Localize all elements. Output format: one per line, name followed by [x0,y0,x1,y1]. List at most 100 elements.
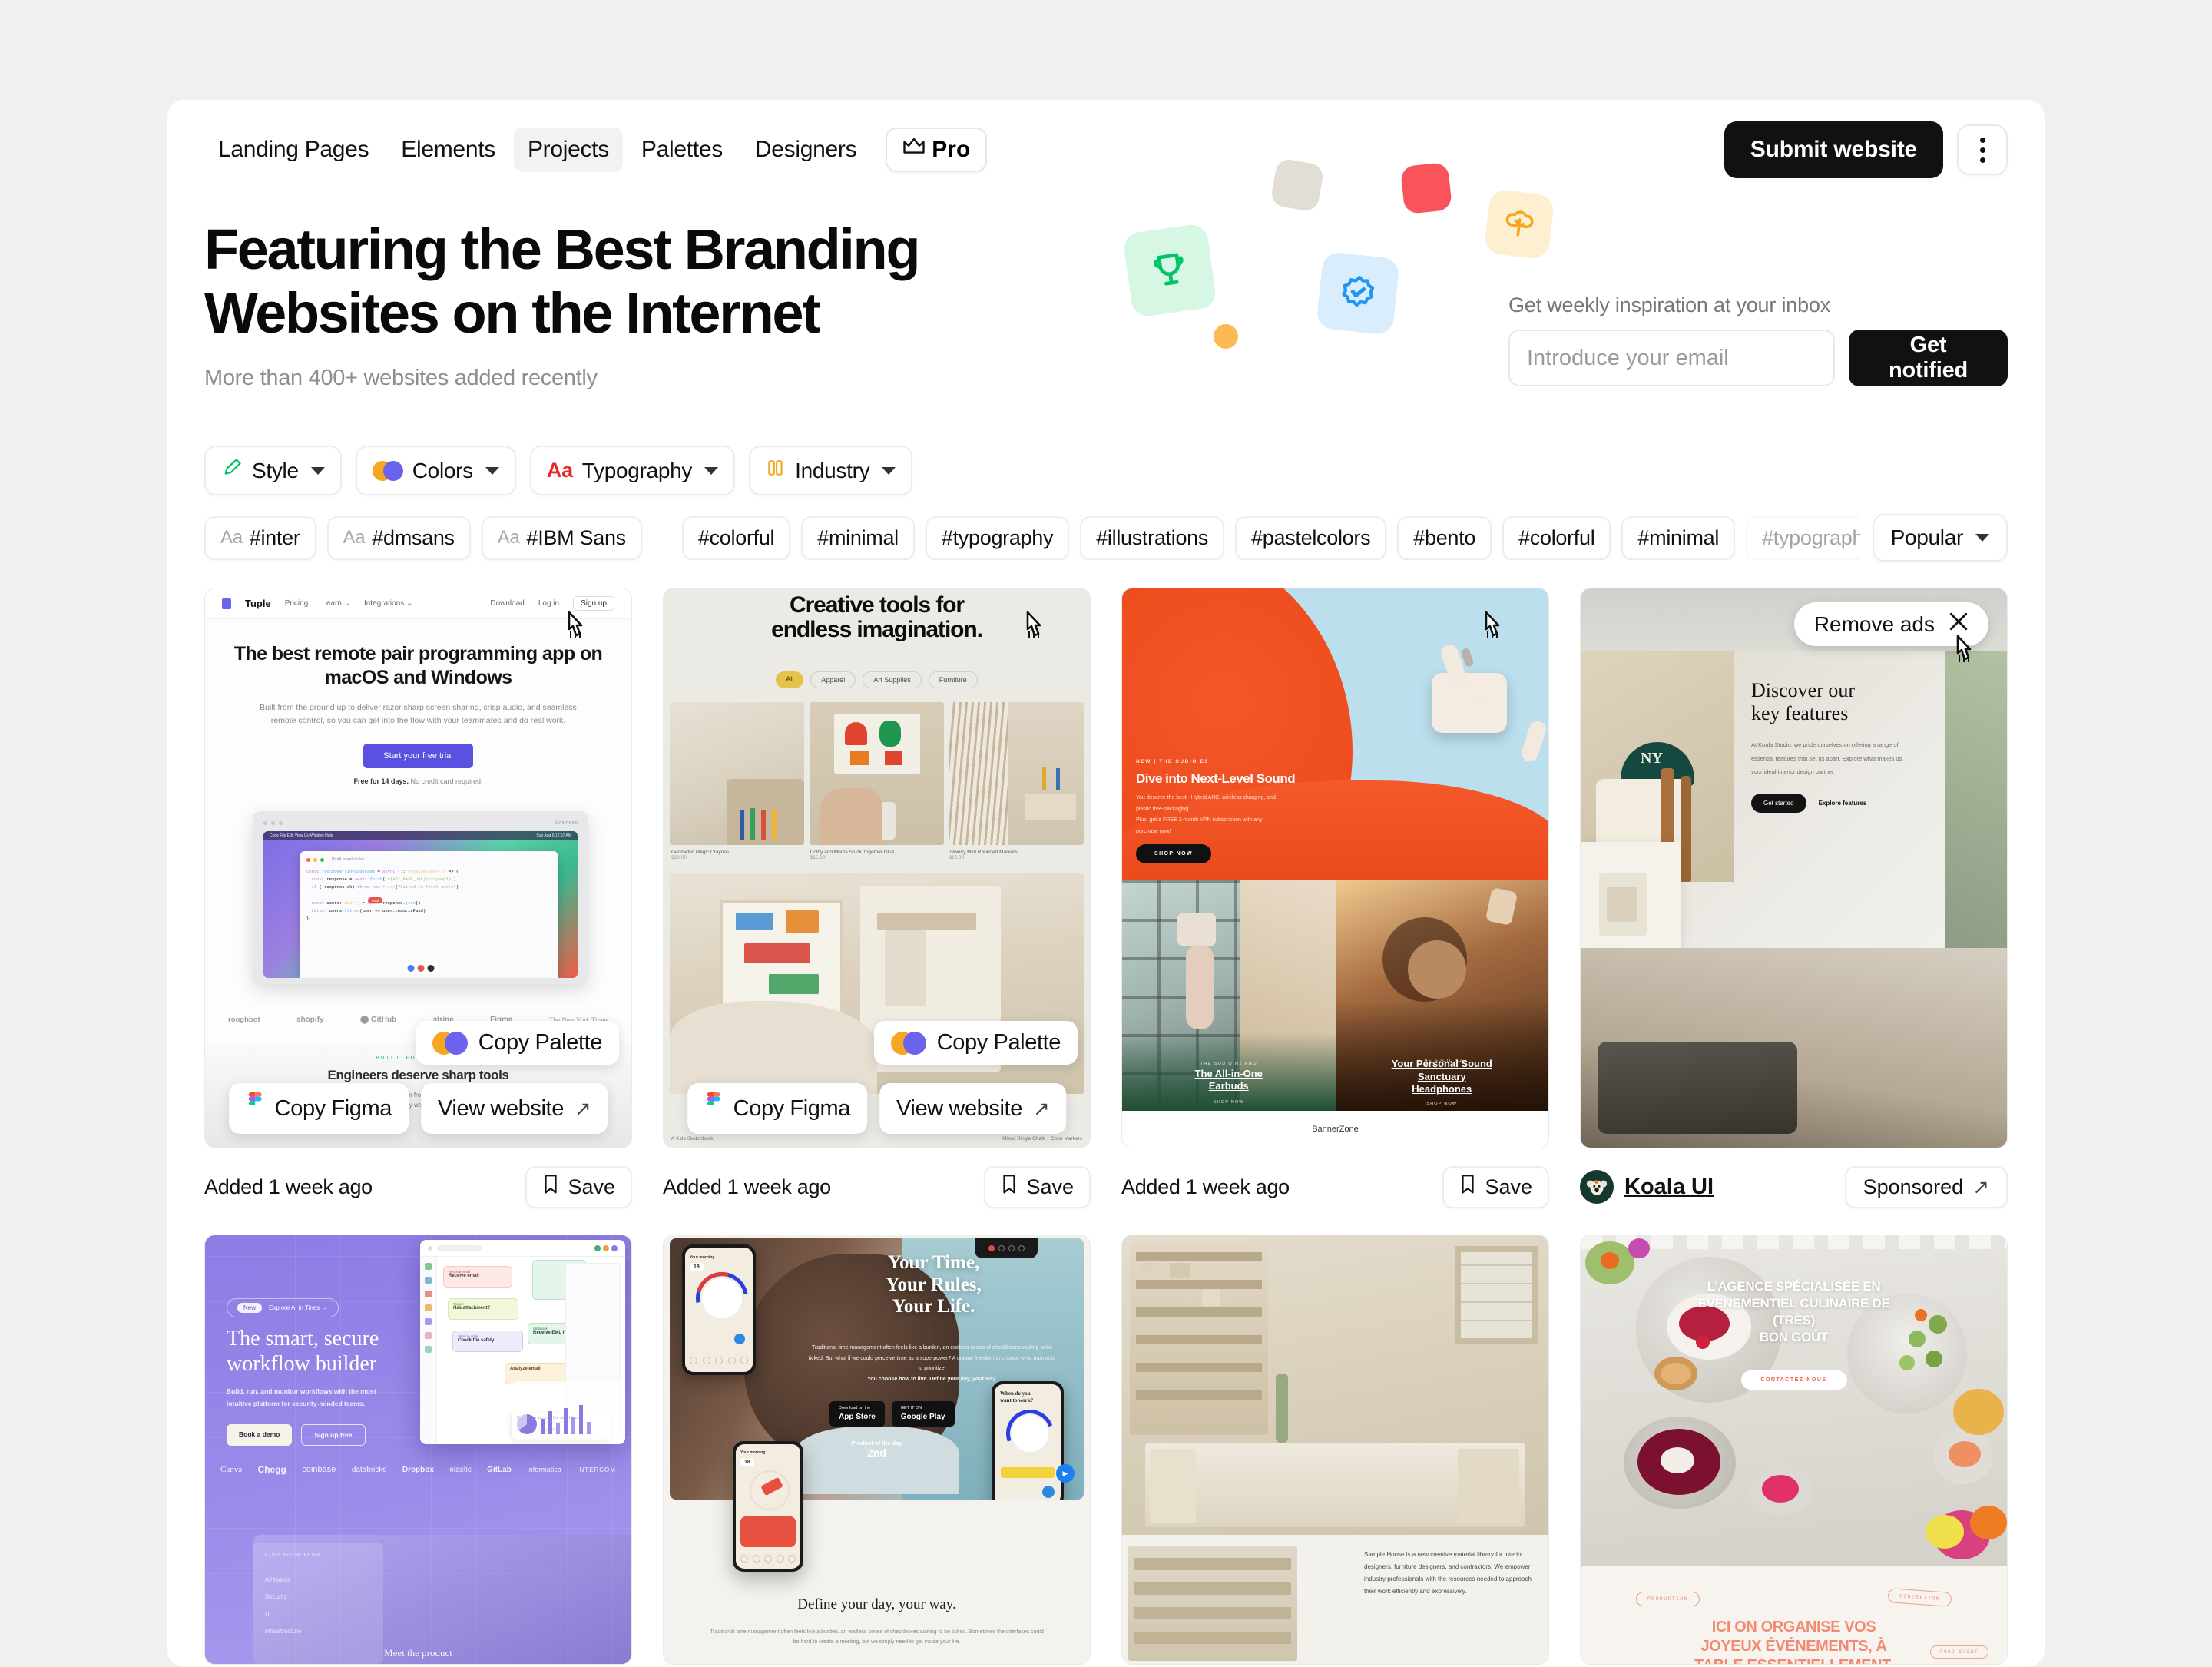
filter-style[interactable]: Style [204,446,342,495]
arrow-up-right-icon: ↗ [1972,1175,1989,1198]
site-preview-sudio: sudio NEW | THE SUDIO E3 Dive into Next-… [1122,588,1548,1148]
trophy-badge-shape [1121,222,1218,319]
topic-tag[interactable]: #typography [925,515,1070,560]
crown-icon [902,137,926,163]
topic-tag[interactable]: #minimal [801,515,915,560]
font-tag-inter[interactable]: Aa #inter [204,515,316,560]
card-thumbnail[interactable]: Creative tools for endless imagination. A… [663,588,1091,1148]
hero-section: Featuring the Best Branding Websites on … [167,157,2045,432]
website-grid-row-2: New Explore AI in Tines → The smart, sec… [167,1235,2045,1665]
card-added-date: Added 1 week ago [204,1175,373,1198]
copy-figma-button[interactable]: Copy Figma [687,1083,868,1134]
header-actions: Submit website [1724,121,2008,178]
website-card[interactable]: sudio NEW | THE SUDIO E3 Dive into Next-… [1121,588,1549,1208]
website-card[interactable]: Creative tools for endless imagination. A… [663,588,1091,1208]
nav-item-palettes[interactable]: Palettes [628,128,737,172]
newsletter-signup: Get weekly inspiration at your inbox Get… [1508,293,2008,386]
trophy-icon [1154,253,1184,286]
nav-item-pro[interactable]: Pro [886,128,988,172]
color-circles-icon [372,460,403,481]
card-thumbnail[interactable]: L'AGENCE SPÉCIALISÉE EN ÉVÈNEMENTIEL CULI… [1580,1235,2008,1665]
website-card-sponsored[interactable]: NY Discover our key features At Koala Stu… [1580,588,2008,1208]
copy-figma-button[interactable]: Copy Figma [228,1083,409,1134]
card-overlay-actions: Copy Figma View website ↗ [228,1083,608,1134]
filter-typography-label: Typography [581,458,693,482]
orange-dot-shape [1214,324,1238,349]
filter-colors[interactable]: Colors [355,446,516,495]
filter-industry-label: Industry [795,458,870,482]
copy-palette-button[interactable]: Copy Palette [415,1021,619,1065]
site-preview-yourtime: Your Time, Your Rules, Your Life. Traditio… [664,1235,1090,1664]
sort-dropdown[interactable]: Popular [1872,514,2008,562]
website-card[interactable]: Your Time, Your Rules, Your Life. Traditio… [663,1235,1091,1665]
arrow-up-right-icon: ↗ [1032,1096,1050,1120]
view-website-label: View website [896,1095,1022,1121]
topic-tag[interactable]: #minimal [1621,515,1736,560]
sponsor-brand[interactable]: Koala UI [1580,1170,1714,1204]
nav-item-designers[interactable]: Designers [741,128,870,172]
save-label: Save [1485,1175,1532,1198]
sort-label: Popular [1890,525,1964,549]
copy-palette-label: Copy Palette [478,1030,603,1055]
aa-icon: Aa [343,527,366,548]
save-button[interactable]: Save [984,1165,1091,1208]
bookmark-icon [1459,1174,1476,1200]
copy-palette-button[interactable]: Copy Palette [873,1021,1078,1065]
verified-icon [1342,276,1375,307]
website-card[interactable]: L'AGENCE SPÉCIALISÉE EN ÉVÈNEMENTIEL CULI… [1580,1235,2008,1665]
view-website-label: View website [438,1095,564,1121]
font-tag-ibm-sans[interactable]: Aa #IBM Sans [481,515,642,560]
aa-icon: Aa [497,527,520,548]
topic-tag[interactable]: #pastelcolors [1235,515,1387,560]
remove-ads-label: Remove ads [1813,611,1935,636]
website-card[interactable]: Sample House is a new creative material … [1121,1235,1549,1665]
topic-tag[interactable]: #bento [1397,515,1492,560]
more-vertical-icon [1979,137,1985,143]
view-website-button[interactable]: View website ↗ [879,1083,1067,1134]
save-button[interactable]: Save [525,1165,632,1208]
aa-icon: Aa [546,459,573,482]
topic-tag[interactable]: #typography [1746,515,1860,560]
site-header: Landing Pages Elements Projects Palettes… [167,100,2045,178]
submit-website-button[interactable]: Submit website [1724,121,1943,178]
filter-industry[interactable]: Industry [749,446,913,495]
topic-tag[interactable]: #colorful [681,515,791,560]
topic-tag[interactable]: #colorful [1502,515,1611,560]
card-thumbnail[interactable]: New Explore AI in Tines → The smart, sec… [204,1235,632,1665]
more-options-button[interactable] [1957,124,2008,175]
font-tag-group: Aa #inter Aa #dmsans Aa #IBM Sans [204,515,642,560]
get-notified-button[interactable]: Get notified [1849,330,2008,386]
figma-icon [246,1092,264,1125]
palette-icon [432,1031,468,1055]
card-overlay-actions: Copy Figma View website ↗ [687,1083,1067,1134]
sponsored-label: Sponsored [1863,1175,1964,1198]
chevron-down-icon [1975,534,1989,542]
font-tag-label: #dmsans [372,525,455,549]
remove-ads-badge[interactable]: Remove ads [1793,602,1988,646]
close-icon[interactable] [1949,611,1969,637]
card-thumbnail[interactable]: Sample House is a new creative material … [1121,1235,1549,1665]
card-thumbnail[interactable]: sudio NEW | THE SUDIO E3 Dive into Next-… [1121,588,1549,1148]
topic-tag-group: #colorful #minimal #typography #illustra… [681,515,1860,560]
font-tag-label: #IBM Sans [526,525,627,549]
website-card[interactable]: Tuple Pricing Learn ⌄ Integrations ⌄ Dow… [204,588,632,1208]
newsletter-label: Get weekly inspiration at your inbox [1508,293,1831,316]
nav-item-landing-pages[interactable]: Landing Pages [204,128,382,172]
sponsor-name[interactable]: Koala UI [1624,1175,1714,1200]
view-website-button[interactable]: View website ↗ [421,1083,608,1134]
website-card[interactable]: New Explore AI in Tines → The smart, sec… [204,1235,632,1665]
font-tag-dmsans[interactable]: Aa #dmsans [326,515,471,560]
tag-bar: Aa #inter Aa #dmsans Aa #IBM Sans #color… [167,514,2045,562]
sponsored-button[interactable]: Sponsored ↗ [1844,1165,2008,1208]
nav-item-projects[interactable]: Projects [513,128,623,172]
card-thumbnail[interactable]: NY Discover our key features At Koala Stu… [1580,588,2008,1148]
card-thumbnail[interactable]: Your Time, Your Rules, Your Life. Traditio… [663,1235,1091,1665]
books-icon [766,457,786,484]
nav-item-elements[interactable]: Elements [387,128,509,172]
aa-icon: Aa [220,527,243,548]
filter-typography[interactable]: Aa Typography [529,446,736,495]
save-button[interactable]: Save [1442,1165,1549,1208]
card-thumbnail[interactable]: Tuple Pricing Learn ⌄ Integrations ⌄ Dow… [204,588,632,1148]
email-field[interactable] [1508,330,1835,386]
topic-tag[interactable]: #illustrations [1080,515,1225,560]
